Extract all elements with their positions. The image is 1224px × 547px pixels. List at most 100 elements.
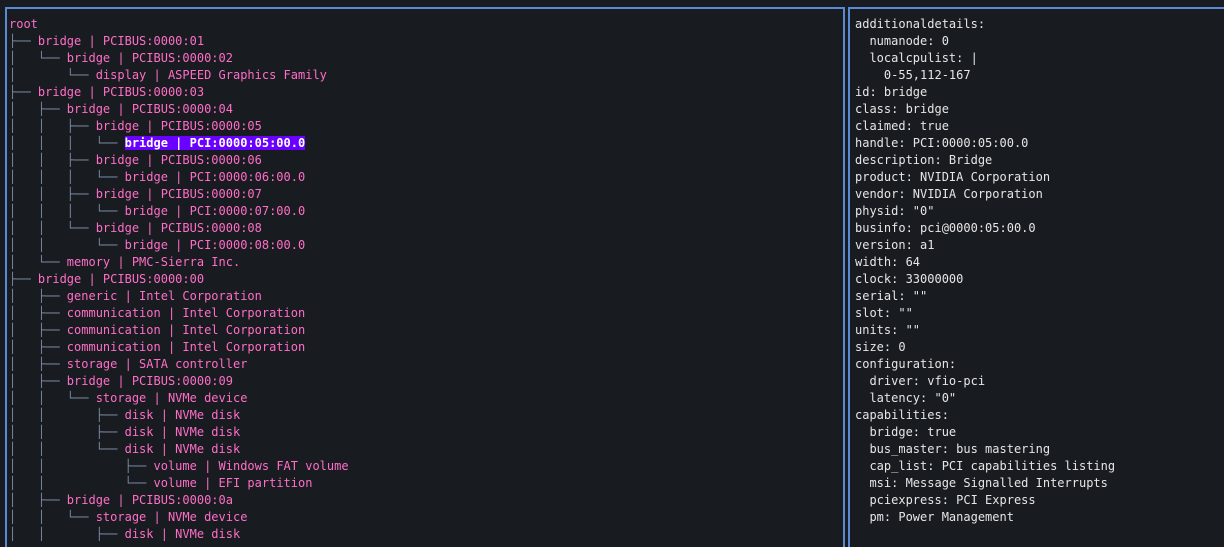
tree-branch-lines: │ └── xyxy=(9,51,67,65)
tree-node-label[interactable]: communication | Intel Corporation xyxy=(67,340,305,354)
tree-row[interactable]: │ │ │ └── bridge | PCI:0000:06:00.0 xyxy=(7,169,843,186)
tree-node-label[interactable]: bridge | PCIBUS:0000:09 xyxy=(67,374,233,388)
tree-branch-lines: │ │ ├── xyxy=(9,153,96,167)
detail-line: claimed: true xyxy=(855,119,949,133)
tree-row[interactable]: │ ├── generic | Intel Corporation xyxy=(7,288,843,305)
tree-row[interactable]: │ │ ├── disk | NVMe disk xyxy=(7,424,843,441)
tree-branch-lines: │ │ └── xyxy=(9,391,96,405)
tree-row[interactable]: root xyxy=(7,16,843,33)
tree-node-label[interactable]: bridge | PCIBUS:0000:04 xyxy=(67,102,233,116)
tree-node-label[interactable]: volume | EFI partition xyxy=(154,476,313,490)
tree-row[interactable]: │ └── display | ASPEED Graphics Family xyxy=(7,67,843,84)
tree-row[interactable]: │ │ └── storage | NVMe device xyxy=(7,390,843,407)
tree-node-label[interactable]: bridge | PCI:0000:07:00.0 xyxy=(125,204,306,218)
tree-row[interactable]: │ │ └── storage | NVMe device xyxy=(7,509,843,526)
detail-line: product: NVIDIA Corporation xyxy=(855,170,1051,184)
device-tree-pane[interactable]: root ├── bridge | PCIBUS:0000:01 │ └── bri… xyxy=(5,7,845,547)
tree-node-label[interactable]: disk | NVMe disk xyxy=(125,527,241,541)
tree-branch-lines: │ │ │ └── xyxy=(9,204,125,218)
tree-node-label[interactable]: bridge | PCI:0000:06:00.0 xyxy=(125,170,306,184)
tree-branch-lines: │ │ └── xyxy=(9,510,96,524)
tree-row[interactable]: │ │ ├── bridge | PCIBUS:0000:05 xyxy=(7,118,843,135)
tree-node-label[interactable]: bridge | PCIBUS:0000:02 xyxy=(67,51,233,65)
tree-row[interactable]: │ │ └── volume | EFI partition xyxy=(7,475,843,492)
detail-line: numanode: 0 xyxy=(855,34,949,48)
tree-row[interactable]: │ └── bridge | PCIBUS:0000:02 xyxy=(7,50,843,67)
detail-line: clock: 33000000 xyxy=(855,272,964,286)
tree-node-label[interactable]: bridge | PCI:0000:08:00.0 xyxy=(125,238,306,252)
tree-node-label[interactable]: bridge | PCIBUS:0000:01 xyxy=(38,34,204,48)
tree-branch-lines: │ ├── xyxy=(9,289,67,303)
tree-row[interactable]: │ │ ├── disk | NVMe disk xyxy=(7,407,843,424)
tree-branch-lines: │ │ ├── xyxy=(9,527,125,541)
tree-row[interactable]: │ │ └── bridge | PCI:0000:08:00.0 xyxy=(7,237,843,254)
tree-row[interactable]: │ │ └── bridge | PCIBUS:0000:08 xyxy=(7,220,843,237)
tree-row[interactable]: │ ├── communication | Intel Corporation xyxy=(7,339,843,356)
tree-row[interactable]: │ ├── communication | Intel Corporation xyxy=(7,305,843,322)
detail-line: businfo: pci@0000:05:00.0 xyxy=(855,221,1036,235)
tree-branch-lines: │ │ └── xyxy=(9,238,125,252)
tree-row[interactable]: ├── bridge | PCIBUS:0000:01 xyxy=(7,33,843,50)
tree-row[interactable]: │ │ │ └── bridge | PCI:0000:07:00.0 xyxy=(7,203,843,220)
detail-line: id: bridge xyxy=(855,85,928,99)
tree-node-label[interactable]: volume | Windows FAT volume xyxy=(154,459,349,473)
tree-node-label[interactable]: communication | Intel Corporation xyxy=(67,306,305,320)
tree-node-label[interactable]: memory | PMC-Sierra Inc. xyxy=(67,255,240,269)
detail-line: driver: vfio-pci xyxy=(855,374,986,388)
tree-row[interactable]: │ │ └── disk | NVMe disk xyxy=(7,441,843,458)
tree-row[interactable]: │ ├── bridge | PCIBUS:0000:0a xyxy=(7,492,843,509)
tree-row[interactable]: │ │ ├── bridge | PCIBUS:0000:06 xyxy=(7,152,843,169)
detail-line: capabilities: xyxy=(855,408,949,422)
tree-row[interactable]: │ └── memory | PMC-Sierra Inc. xyxy=(7,254,843,271)
tree-node-label[interactable]: root xyxy=(9,17,38,31)
tree-branch-lines: │ └── xyxy=(9,255,67,269)
tree-node-label[interactable]: display | ASPEED Graphics Family xyxy=(96,68,327,82)
tree-node-label[interactable]: bridge | PCIBUS:0000:00 xyxy=(38,272,204,286)
tree-node-label-selected[interactable]: bridge | PCI:0000:05:00.0 xyxy=(124,136,306,150)
tree-row[interactable]: │ ├── storage | SATA controller xyxy=(7,356,843,373)
tree-branch-lines: │ │ ├── xyxy=(9,187,96,201)
tree-row[interactable]: │ │ ├── volume | Windows FAT volume xyxy=(7,458,843,475)
tree-row[interactable]: ├── bridge | PCIBUS:0000:03 xyxy=(7,84,843,101)
detail-line: size: 0 xyxy=(855,340,906,354)
tree-branch-lines: ├── xyxy=(9,34,38,48)
detail-line: serial: "" xyxy=(855,289,928,303)
tree-node-label[interactable]: bridge | PCIBUS:0000:05 xyxy=(96,119,262,133)
tree-branch-lines: ├── xyxy=(9,85,38,99)
tree-row[interactable]: │ ├── bridge | PCIBUS:0000:04 xyxy=(7,101,843,118)
tree-node-label[interactable]: storage | NVMe device xyxy=(96,391,248,405)
device-tree[interactable]: root ├── bridge | PCIBUS:0000:01 │ └── bri… xyxy=(7,9,843,543)
tree-node-label[interactable]: bridge | PCIBUS:0000:08 xyxy=(96,221,262,235)
detail-line: pm: Power Management xyxy=(855,510,1014,524)
tree-node-label[interactable]: generic | Intel Corporation xyxy=(67,289,262,303)
tree-node-label[interactable]: bridge | PCIBUS:0000:06 xyxy=(96,153,262,167)
tree-node-label[interactable]: storage | NVMe device xyxy=(96,510,248,524)
tree-node-label[interactable]: communication | Intel Corporation xyxy=(67,323,305,337)
tree-node-label[interactable]: storage | SATA controller xyxy=(67,357,248,371)
detail-line: version: a1 xyxy=(855,238,935,252)
tree-row[interactable]: │ │ ├── disk | NVMe disk xyxy=(7,526,843,543)
tree-row[interactable]: │ │ │ └── bridge | PCI:0000:05:00.0 xyxy=(7,135,843,152)
tree-node-label[interactable]: bridge | PCIBUS:0000:07 xyxy=(96,187,262,201)
detail-line: msi: Message Signalled Interrupts xyxy=(855,476,1108,490)
tree-node-label[interactable]: disk | NVMe disk xyxy=(125,408,241,422)
tree-branch-lines: │ │ └── xyxy=(9,476,154,490)
tree-branch-lines: │ ├── xyxy=(9,357,67,371)
tree-branch-lines: │ └── xyxy=(9,68,96,82)
tree-node-label[interactable]: bridge | PCIBUS:0000:03 xyxy=(38,85,204,99)
detail-line: description: Bridge xyxy=(855,153,993,167)
tree-row[interactable]: │ ├── bridge | PCIBUS:0000:09 xyxy=(7,373,843,390)
tree-branch-lines: │ ├── xyxy=(9,323,67,337)
tree-node-label[interactable]: bridge | PCIBUS:0000:0a xyxy=(67,493,233,507)
tree-branch-lines: │ ├── xyxy=(9,340,67,354)
tree-branch-lines: │ │ │ └── xyxy=(9,170,125,184)
tree-row[interactable]: │ ├── communication | Intel Corporation xyxy=(7,322,843,339)
tree-row[interactable]: ├── bridge | PCIBUS:0000:00 xyxy=(7,271,843,288)
detail-line: bus_master: bus mastering xyxy=(855,442,1051,456)
tree-node-label[interactable]: disk | NVMe disk xyxy=(125,425,241,439)
tree-branch-lines: │ │ └── xyxy=(9,221,96,235)
device-details-pane[interactable]: additionaldetails: numanode: 0 localcpul… xyxy=(848,7,1224,547)
tree-row[interactable]: │ │ ├── bridge | PCIBUS:0000:07 xyxy=(7,186,843,203)
tree-node-label[interactable]: disk | NVMe disk xyxy=(125,442,241,456)
tree-branch-lines: │ │ ├── xyxy=(9,408,125,422)
